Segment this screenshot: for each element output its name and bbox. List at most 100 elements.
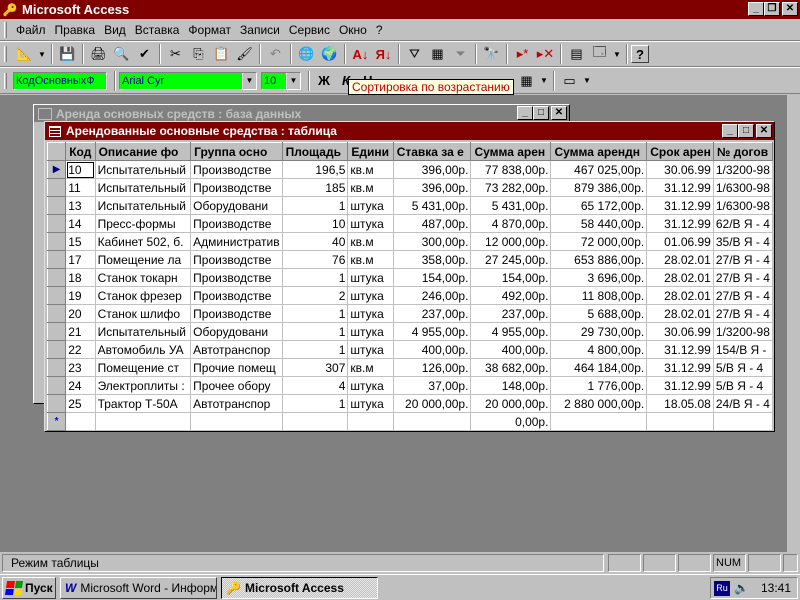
table-cell[interactable]: 58 440,00р. xyxy=(550,214,648,233)
table-cell[interactable]: 18 xyxy=(65,268,96,287)
table-cell[interactable]: 653 886,00р. xyxy=(550,250,648,269)
field-select[interactable]: КодОсновныхФ xyxy=(13,71,107,90)
table-cell[interactable]: 24 xyxy=(65,376,96,395)
table-cell[interactable]: 3 696,00р. xyxy=(550,268,648,287)
table-cell[interactable]: 20 xyxy=(65,304,96,323)
table-cell[interactable]: Помещение ла xyxy=(95,250,192,269)
table-cell[interactable]: 11 808,00р. xyxy=(550,286,648,305)
table-cell[interactable]: 1/6300-98 xyxy=(713,196,773,215)
table-cell[interactable] xyxy=(713,412,773,431)
table-cell[interactable]: 24/В Я - 4 xyxy=(713,394,773,413)
table-cell[interactable]: 76 xyxy=(282,250,349,269)
view-icon[interactable]: 📐 xyxy=(13,43,36,65)
table-cell[interactable]: Автотранспор xyxy=(190,340,283,359)
chevron-down-icon[interactable]: ▼ xyxy=(286,72,300,89)
table-cell[interactable]: Производстве xyxy=(190,178,283,197)
format-painter-icon[interactable]: 🖌 xyxy=(233,43,256,65)
table-cell[interactable]: 29 730,00р. xyxy=(550,322,648,341)
table-cell[interactable]: 28.02.01 xyxy=(646,250,714,269)
record-selector[interactable] xyxy=(47,268,67,287)
table-cell[interactable]: 358,00р. xyxy=(393,250,472,269)
sort-ascending-icon[interactable]: A↓ xyxy=(349,43,372,65)
workspace-scrollbar[interactable] xyxy=(787,95,800,552)
table-cell[interactable]: 10 xyxy=(282,214,349,233)
select-all-corner[interactable] xyxy=(47,142,67,161)
table-cell[interactable]: 10 xyxy=(65,160,96,179)
table-cell[interactable]: 23 xyxy=(65,358,96,377)
menu-help[interactable]: ? xyxy=(373,23,389,37)
spelling-icon[interactable]: ✔ xyxy=(133,43,156,65)
table-cell[interactable]: 20 000,00р. xyxy=(470,394,552,413)
table-cell[interactable]: 1 xyxy=(282,394,349,413)
table-cell[interactable]: 487,00р. xyxy=(393,214,472,233)
table-cell[interactable]: 77 838,00р. xyxy=(470,160,552,179)
record-selector[interactable] xyxy=(47,394,67,413)
table-cell[interactable]: 154,00р. xyxy=(470,268,552,287)
table-cell[interactable]: 31.12.99 xyxy=(646,358,714,377)
menu-tools[interactable]: Сервис xyxy=(286,23,336,37)
db-maximize-button[interactable]: □ xyxy=(533,106,549,120)
language-indicator[interactable]: Ru xyxy=(714,580,730,596)
record-selector[interactable] xyxy=(47,250,67,269)
table-cell[interactable]: 5/В Я - 4 xyxy=(713,358,773,377)
new-record-icon[interactable]: ▸* xyxy=(511,43,534,65)
record-selector[interactable] xyxy=(47,340,67,359)
view-dropdown-icon[interactable]: ▼ xyxy=(36,43,48,65)
find-icon[interactable]: 🔭 xyxy=(480,43,503,65)
table-cell[interactable]: Производстве xyxy=(190,160,283,179)
font-size-select[interactable]: 10 ▼ xyxy=(261,71,301,90)
table-cell[interactable]: кв.м xyxy=(347,232,394,251)
db-minimize-button[interactable]: _ xyxy=(517,106,533,120)
table-window-title-bar[interactable]: Арендованные основные средства : таблица… xyxy=(45,122,774,140)
column-header[interactable]: Группа осно xyxy=(190,142,283,161)
menu-records[interactable]: Записи xyxy=(237,23,286,37)
table-cell[interactable]: 73 282,00р. xyxy=(470,178,552,197)
table-cell[interactable] xyxy=(550,412,648,431)
taskbar-access-button[interactable]: 🔑 Microsoft Access xyxy=(221,576,378,599)
record-selector[interactable] xyxy=(47,232,67,251)
table-cell[interactable]: 400,00р. xyxy=(470,340,552,359)
table-cell[interactable]: штука xyxy=(347,340,394,359)
table-cell[interactable]: кв.м xyxy=(347,178,394,197)
table-cell[interactable]: 185 xyxy=(282,178,349,197)
table-cell[interactable]: 1 xyxy=(282,322,349,341)
db-close-button[interactable]: ✕ xyxy=(551,106,567,120)
chevron-down-icon[interactable]: ▼ xyxy=(242,72,256,89)
minimize-button[interactable]: _ xyxy=(748,2,764,16)
table-cell[interactable]: 27 245,00р. xyxy=(470,250,552,269)
record-selector[interactable] xyxy=(47,196,67,215)
table-cell[interactable] xyxy=(95,412,192,431)
new-object-dropdown-icon[interactable]: ▼ xyxy=(611,43,623,65)
table-cell[interactable]: 11 xyxy=(65,178,96,197)
table-cell[interactable]: 1/6300-98 xyxy=(713,178,773,197)
table-cell[interactable]: 467 025,00р. xyxy=(550,160,648,179)
table-cell[interactable]: 40 xyxy=(282,232,349,251)
toolbar-grip[interactable] xyxy=(4,46,7,62)
table-cell[interactable]: 396,00р. xyxy=(393,178,472,197)
table-cell[interactable]: 4 955,00р. xyxy=(393,322,472,341)
menu-grip[interactable] xyxy=(4,21,7,38)
table-cell[interactable]: Станок фрезер xyxy=(95,286,192,305)
taskbar-word-button[interactable]: W Microsoft Word - Информ... xyxy=(60,576,217,599)
table-cell[interactable]: 4 800,00р. xyxy=(550,340,648,359)
restore-button[interactable]: ❐ xyxy=(764,2,780,16)
fill-color-icon[interactable]: ▦ xyxy=(515,70,538,92)
filter-by-form-icon[interactable]: ▦ xyxy=(426,43,449,65)
filter-by-selection-icon[interactable]: ⛛ xyxy=(403,43,426,65)
table-cell[interactable]: кв.м xyxy=(347,160,394,179)
table-cell[interactable]: 30.06.99 xyxy=(646,322,714,341)
column-header[interactable]: Сумма арендн xyxy=(550,142,648,161)
datasheet-grid[interactable]: Код Описание фо Группа осно Площадь Един… xyxy=(47,142,773,431)
table-cell[interactable]: штука xyxy=(347,286,394,305)
table-cell[interactable]: Производстве xyxy=(190,268,283,287)
record-selector[interactable] xyxy=(47,178,67,197)
table-cell[interactable]: 12 000,00р. xyxy=(470,232,552,251)
table-window[interactable]: Арендованные основные средства : таблица… xyxy=(44,121,775,432)
table-cell[interactable]: 13 xyxy=(65,196,96,215)
table-cell[interactable]: 5/В Я - 4 xyxy=(713,376,773,395)
table-cell[interactable]: 62/В Я - 4 xyxy=(713,214,773,233)
table-cell[interactable]: 307 xyxy=(282,358,349,377)
table-cell[interactable]: 31.12.99 xyxy=(646,376,714,395)
record-selector[interactable] xyxy=(47,376,67,395)
table-cell[interactable]: 31.12.99 xyxy=(646,214,714,233)
